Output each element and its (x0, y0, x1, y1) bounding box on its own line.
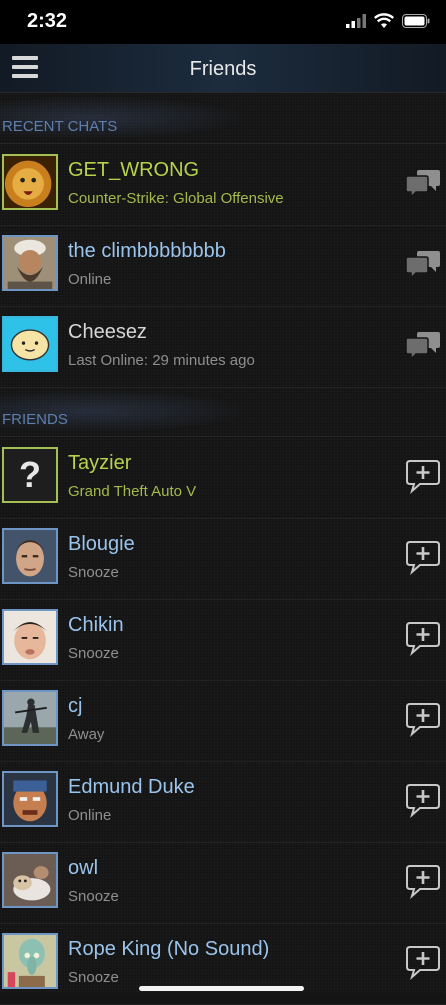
status-time: 2:32 (27, 10, 68, 32)
unknown-avatar-question-mark: ? (19, 454, 41, 495)
friend-name: the climbbbbbbbb (68, 240, 226, 262)
friend-status: Snooze (68, 888, 119, 905)
friend-status: Last Online: 29 minutes ago (68, 352, 255, 369)
bearded-man-avatar-image (4, 237, 56, 289)
nav-bar: Friends (0, 44, 446, 93)
status-icons (346, 13, 430, 28)
friend-status: Snooze (68, 564, 119, 581)
home-indicator[interactable] (139, 986, 304, 991)
recent-chats-label: RECENT CHATS (2, 118, 118, 135)
status-bar: 2:32 (0, 0, 446, 44)
friend-status: Grand Theft Auto V (68, 483, 197, 500)
avatar (2, 690, 58, 746)
avatar (2, 154, 58, 210)
friend-row[interactable]: ? Tayzier Grand Theft Auto V (0, 437, 446, 519)
friend-status: Online (68, 807, 112, 824)
recent-chat-row[interactable]: Cheesez Last Online: 29 minutes ago (0, 306, 446, 388)
friend-name: Blougie (68, 533, 135, 555)
recent-chat-row[interactable]: GET_WRONG Counter-Strike: Global Offensi… (0, 144, 446, 226)
add-chat-icon[interactable] (404, 781, 442, 819)
friend-name: Rope King (No Sound) (68, 938, 270, 960)
avatar (2, 852, 58, 908)
add-chat-icon[interactable] (404, 619, 442, 657)
friend-status: Online (68, 271, 112, 288)
friend-row[interactable]: owl Snooze (0, 842, 446, 924)
friend-name: GET_WRONG (68, 159, 200, 181)
friend-name: cj (68, 695, 83, 717)
friend-name: Edmund Duke (68, 776, 195, 798)
cartoon-face-avatar-image (4, 318, 56, 370)
friend-row[interactable]: Edmund Duke Online (0, 761, 446, 843)
add-chat-icon[interactable] (404, 700, 442, 738)
soldier-artwork-avatar-image (4, 692, 56, 744)
avatar (2, 609, 58, 665)
friend-row[interactable]: Chikin Snooze (0, 599, 446, 681)
add-chat-icon[interactable] (404, 538, 442, 576)
friend-status: Snooze (68, 969, 119, 986)
young-man-photo-avatar-image (4, 611, 56, 663)
friend-name: Tayzier (68, 452, 132, 474)
squidward-avatar-image (4, 935, 56, 987)
chat-bubbles-icon[interactable] (404, 164, 442, 202)
add-chat-icon[interactable] (404, 862, 442, 900)
friend-row[interactable]: cj Away (0, 680, 446, 762)
cellular-icon (346, 13, 366, 28)
avatar (2, 528, 58, 584)
man-photo-avatar-image (4, 530, 56, 582)
friend-name: owl (68, 857, 99, 879)
avatar (2, 771, 58, 827)
battery-icon (402, 13, 430, 28)
friend-row[interactable]: Blougie Snooze (0, 518, 446, 600)
friend-name: Cheesez (68, 321, 147, 343)
friends-list[interactable]: RECENT CHATS GET_WRONG Counter-Strike: G… (0, 93, 446, 1005)
friends-label: FRIENDS (2, 411, 68, 428)
lion-avatar-image (4, 156, 56, 208)
recent-chats-header: RECENT CHATS (0, 93, 446, 144)
add-chat-icon[interactable] (404, 943, 442, 981)
friends-header: FRIENDS (0, 386, 446, 437)
friend-name: Chikin (68, 614, 124, 636)
game-character-avatar-image (4, 773, 56, 825)
avatar (2, 235, 58, 291)
add-chat-icon[interactable] (404, 457, 442, 495)
friend-status: Snooze (68, 645, 119, 662)
avatar (2, 933, 58, 989)
avatar: ? (2, 447, 58, 503)
page-title: Friends (189, 58, 257, 80)
avatar (2, 316, 58, 372)
friend-status: Away (68, 726, 105, 743)
friend-row[interactable]: Rope King (No Sound) Snooze (0, 923, 446, 1005)
recent-chat-row[interactable]: the climbbbbbbbb Online (0, 225, 446, 307)
chat-bubbles-icon[interactable] (404, 326, 442, 364)
animals-photo-avatar-image (4, 854, 56, 906)
friend-status: Counter-Strike: Global Offensive (68, 190, 284, 207)
wifi-icon (374, 13, 394, 28)
chat-bubbles-icon[interactable] (404, 245, 442, 283)
